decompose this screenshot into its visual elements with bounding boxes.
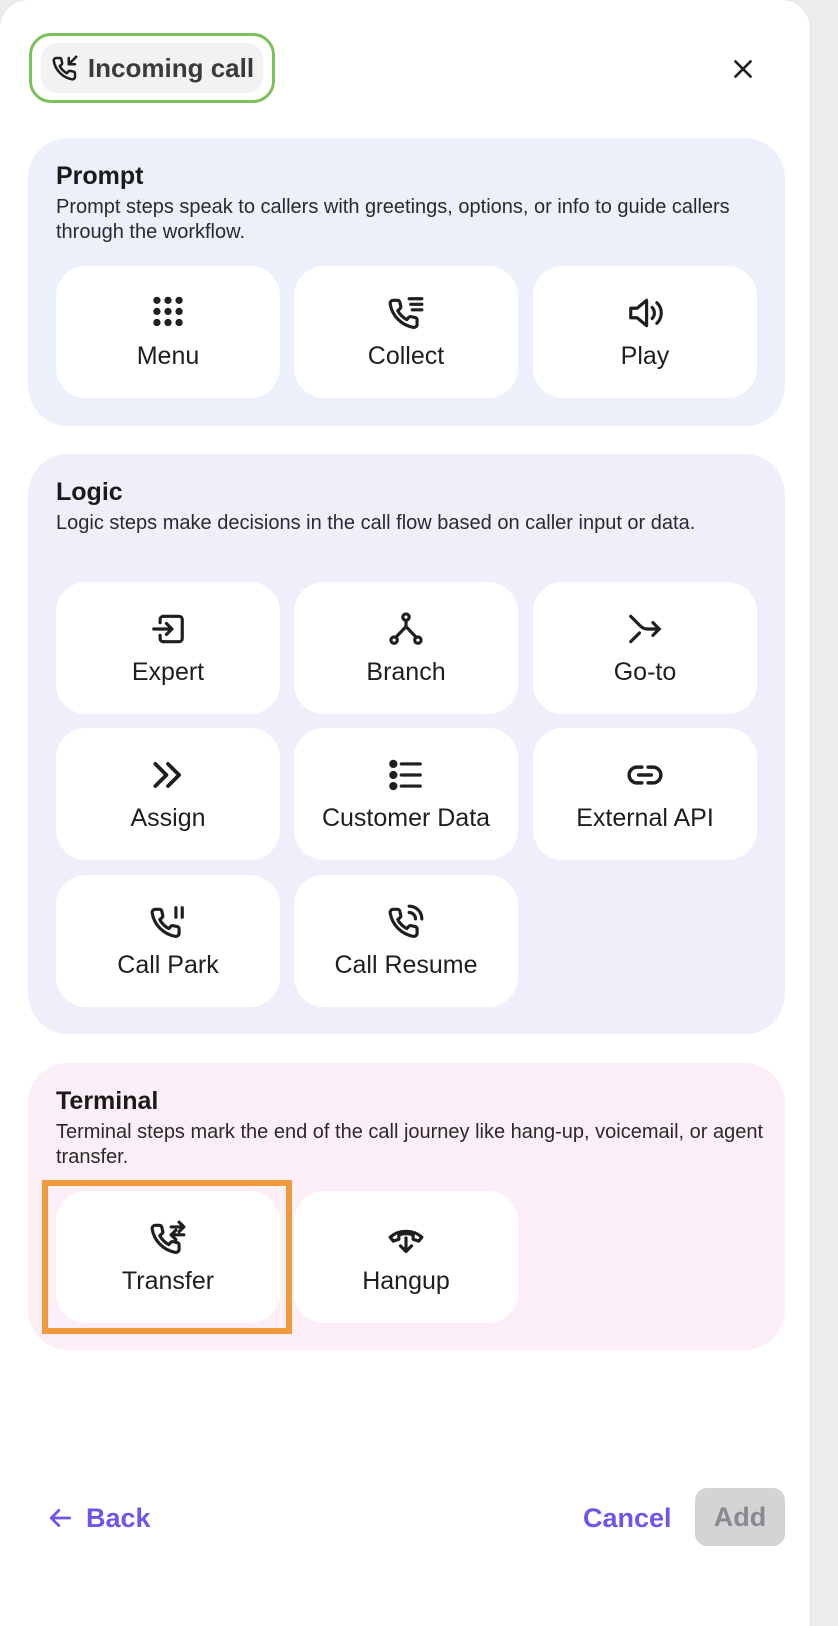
step-label: Call Resume [334, 950, 478, 979]
back-button[interactable]: Back [48, 1496, 151, 1540]
step-label: Transfer [121, 1266, 215, 1295]
section-description: Logic steps make decisions in the call f… [56, 512, 696, 534]
step-label: Assign [130, 803, 206, 832]
arrow-left-icon [49, 1509, 72, 1527]
section-title: Logic [56, 478, 123, 506]
speaker-icon [629, 298, 663, 327]
section-terminal: Terminal Terminal steps mark the end of … [28, 1063, 785, 1350]
add-step-panel: Incoming call Prompt Prompt steps speak … [0, 0, 810, 1626]
phone-ringing-icon [388, 904, 424, 938]
section-logic: Logic Logic steps make decisions in the … [28, 454, 785, 1034]
phone-hangup-icon [388, 1229, 424, 1253]
step-tile-goto[interactable]: Go-to [533, 582, 757, 714]
add-label: Add [713, 1501, 767, 1532]
cancel-label: Cancel [583, 1502, 672, 1533]
step-tile-expert[interactable]: Expert [56, 582, 280, 714]
step-label: Play [620, 341, 670, 370]
step-label: Call Park [117, 950, 219, 979]
step-label: Collect [367, 341, 445, 370]
step-label: Hangup [362, 1266, 450, 1295]
step-label: Branch [366, 657, 446, 686]
section-title: Prompt [56, 162, 144, 190]
step-tile-menu[interactable]: Menu [56, 266, 280, 398]
step-tile-assign[interactable]: Assign [56, 728, 280, 860]
double-chevron-right-icon [153, 761, 181, 788]
step-label: Expert [131, 657, 205, 686]
cancel-button[interactable]: Cancel [583, 1496, 672, 1540]
trigger-pill[interactable]: Incoming call [41, 43, 263, 93]
step-tile-hangup[interactable]: Hangup [294, 1191, 518, 1323]
step-tile-customer-data[interactable]: Customer Data [294, 728, 518, 860]
section-description: Terminal steps mark the end of the call … [56, 1121, 764, 1168]
close-button[interactable] [726, 52, 760, 86]
list-icon [389, 759, 422, 790]
link-icon [627, 764, 663, 785]
step-tile-call-resume[interactable]: Call Resume [294, 875, 518, 1007]
keypad-grid-icon [153, 296, 183, 326]
step-tile-branch[interactable]: Branch [294, 582, 518, 714]
branch-icon [389, 611, 423, 645]
step-label: Go-to [613, 657, 677, 686]
step-label: Customer Data [321, 803, 491, 832]
phone-list-icon [388, 296, 424, 329]
step-tile-call-park[interactable]: Call Park [56, 875, 280, 1007]
section-description: Prompt steps speak to callers with greet… [56, 196, 730, 243]
enter-box-icon [152, 614, 184, 643]
step-label: Menu [136, 341, 200, 370]
trigger-pill-outline: Incoming call [29, 33, 275, 103]
section-prompt: Prompt Prompt steps speak to callers wit… [28, 138, 785, 426]
step-tile-play[interactable]: Play [533, 266, 757, 398]
trigger-label: Incoming call [87, 52, 255, 83]
step-tile-collect[interactable]: Collect [294, 266, 518, 398]
section-title: Terminal [56, 1087, 159, 1115]
phone-incoming-icon [52, 55, 78, 81]
phone-pause-icon [150, 905, 184, 938]
redirect-arrow-icon [629, 614, 661, 643]
close-icon [734, 60, 752, 78]
add-button[interactable]: Add [695, 1488, 785, 1546]
step-tile-external-api[interactable]: External API [533, 728, 757, 860]
step-tile-transfer[interactable]: Transfer [56, 1191, 280, 1323]
back-label: Back [86, 1502, 151, 1533]
phone-transfer-icon [150, 1220, 186, 1254]
step-label: External API [576, 803, 714, 832]
